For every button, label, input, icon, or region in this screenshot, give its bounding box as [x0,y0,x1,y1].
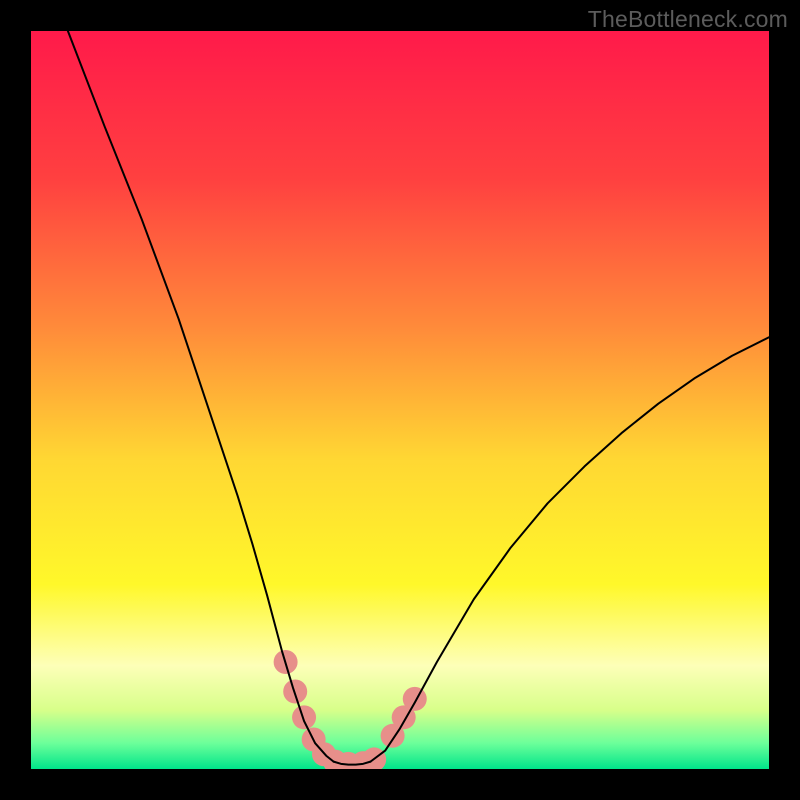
highlight-bead [403,687,427,711]
highlight-bead [292,705,316,729]
watermark-text: TheBottleneck.com [588,6,788,33]
chart-plot-area [31,31,769,769]
chart-svg [31,31,769,769]
chart-frame: TheBottleneck.com [0,0,800,800]
chart-background [31,31,769,769]
